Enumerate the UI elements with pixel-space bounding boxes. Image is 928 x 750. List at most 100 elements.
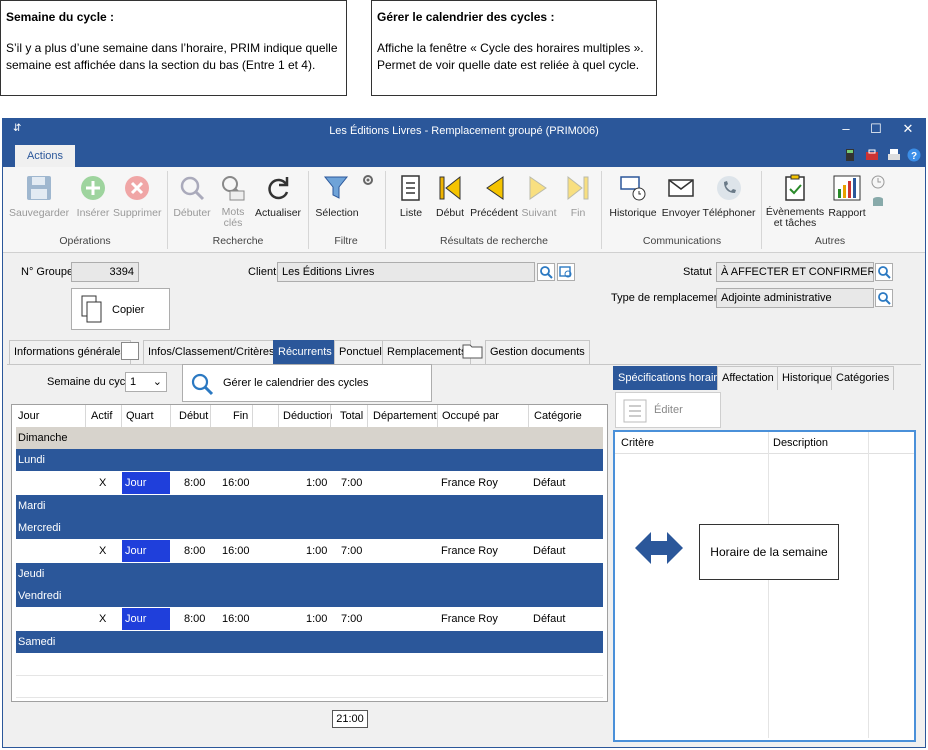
cell-quart[interactable]: Jour (122, 472, 170, 494)
save-button[interactable]: Sauvegarder (9, 173, 69, 219)
plus-circle-icon (81, 176, 105, 200)
maximize-button[interactable]: ☐ (861, 121, 891, 137)
day-row-jeudi[interactable]: Jeudi (16, 563, 603, 585)
cycle-week-select[interactable]: 1 ⌄ (125, 372, 167, 392)
statut-search-button[interactable] (875, 263, 893, 281)
phone-icon (717, 176, 741, 200)
group-resultats: Résultats de recherche (440, 235, 548, 247)
day-row-samedi[interactable]: Samedi (16, 631, 603, 653)
application-window: ⇵ Les Éditions Livres - Remplacement gro… (2, 118, 926, 748)
day-row-dimanche[interactable]: Dimanche (16, 427, 603, 449)
cell-actif: X (99, 613, 107, 625)
first-button[interactable]: Début (433, 173, 467, 219)
col-header-description: Description (773, 437, 829, 449)
next-button[interactable]: Suivant (519, 173, 559, 219)
ribbon-separator (761, 171, 762, 249)
next-icon (529, 176, 547, 200)
client-open-button[interactable] (557, 263, 575, 281)
groupe-label: N° Groupe (21, 266, 74, 278)
chevron-down-icon: ⌄ (152, 376, 162, 388)
report-button[interactable]: Rapport (825, 173, 869, 219)
criteria-header: Critère Description (615, 432, 914, 738)
toolbox-icon[interactable] (865, 148, 879, 162)
refresh-button[interactable]: Actualiser (253, 173, 303, 219)
insert-button[interactable]: Insérer (73, 173, 113, 219)
close-button[interactable]: ✕ (893, 121, 923, 137)
tab-infos-classement[interactable]: Infos/Classement/Critères (143, 340, 280, 364)
cell-debut: 8:00 (184, 545, 206, 557)
keywords-button[interactable]: Mots clés (215, 173, 251, 229)
ribbon-separator (385, 171, 386, 249)
cell-quart[interactable]: Jour (122, 540, 170, 562)
shift-row[interactable]: X Jour 8:00 16:00 1:00 7:00 France Roy D… (16, 540, 603, 562)
manage-cycles-button[interactable]: Gérer le calendrier des cycles (182, 364, 432, 402)
col-header-total: Total (340, 410, 364, 422)
minimize-button[interactable]: – (831, 121, 861, 136)
callout-semaine-du-cycle: Semaine du cycle : S’il y a plus d’une s… (0, 0, 347, 96)
total-hours: 21:00 (332, 710, 368, 728)
client-field[interactable]: Les Éditions Livres (277, 262, 535, 282)
copy-button[interactable]: Copier (71, 288, 170, 330)
send-button[interactable]: Envoyer (661, 173, 701, 219)
day-row-mardi[interactable]: Mardi (16, 495, 603, 517)
start-search-button[interactable]: Débuter (171, 173, 213, 219)
calculator-icon[interactable] (843, 148, 857, 162)
tab-categories[interactable]: Catégories (831, 366, 895, 390)
statut-field[interactable]: À AFFECTER ET CONFIRMER (716, 262, 874, 282)
cell-total: 7:00 (341, 477, 363, 489)
shift-row[interactable]: X Jour 8:00 16:00 1:00 7:00 France Roy D… (16, 472, 603, 494)
client-search-button[interactable] (537, 263, 555, 281)
day-row-vendredi[interactable]: Vendredi (16, 585, 603, 607)
list-button[interactable]: Liste (391, 173, 431, 219)
tab-ponctuel[interactable]: Ponctuel (334, 340, 387, 364)
print-icon[interactable] (887, 148, 901, 162)
edit-button[interactable]: Éditer (615, 392, 721, 428)
last-icon (567, 175, 589, 201)
database-icon[interactable] (871, 195, 885, 209)
cell-quart[interactable]: Jour (122, 608, 170, 630)
col-divider (278, 405, 279, 427)
type-search-button[interactable] (875, 289, 893, 307)
cell-categorie: Défaut (533, 613, 566, 625)
tab-gestion-documents[interactable]: Gestion documents (485, 340, 590, 364)
filter-settings-icon[interactable] (361, 173, 375, 187)
last-button[interactable]: Fin (561, 173, 595, 219)
day-row-lundi[interactable]: Lundi (16, 449, 603, 471)
type-field[interactable]: Adjointe administrative (716, 288, 874, 308)
help-icon[interactable]: ? (907, 148, 921, 162)
col-header-departement: Département (373, 410, 437, 422)
statut-label: Statut (683, 266, 712, 278)
tab-recurrents[interactable]: Récurrents (273, 340, 337, 364)
previous-icon (486, 176, 504, 200)
tab-informations-generales[interactable]: Informations générales (9, 340, 131, 364)
schedule-grid: Jour Actif Quart Début Fin Déduction Tot… (11, 404, 608, 702)
selection-button[interactable]: Sélection (311, 173, 363, 219)
shift-row[interactable]: X Jour 8:00 16:00 1:00 7:00 France Roy D… (16, 608, 603, 630)
cell-actif: X (99, 545, 107, 557)
phone-button[interactable]: Téléphoner (701, 173, 757, 219)
callout-text: S’il y a plus d’une semaine dans l’horai… (6, 41, 338, 72)
delete-button[interactable]: Supprimer (113, 173, 161, 219)
tab-actions[interactable]: Actions (15, 145, 75, 167)
previous-button[interactable]: Précédent (469, 173, 519, 219)
tab-historique[interactable]: Historique (777, 366, 837, 390)
tab-affectation[interactable]: Affectation (717, 366, 779, 390)
col-divider (85, 405, 86, 427)
first-icon (439, 175, 461, 201)
cell-deduction: 1:00 (306, 613, 328, 625)
day-row-mercredi[interactable]: Mercredi (16, 517, 603, 539)
group-operations: Opérations (59, 235, 111, 247)
group-filtre: Filtre (334, 235, 358, 247)
events-tasks-button[interactable]: Évènements et tâches (765, 173, 825, 229)
clock-icon[interactable] (871, 175, 885, 189)
groupe-field[interactable]: 3394 (71, 262, 139, 282)
keywords-label-2: clés (223, 217, 243, 229)
callout-title: Gérer le calendrier des cycles : (377, 10, 555, 24)
tab-remplacements[interactable]: Remplacements (382, 340, 472, 364)
history-button[interactable]: Historique (607, 173, 659, 219)
cell-total: 7:00 (341, 545, 363, 557)
copy-icon (81, 295, 102, 323)
tab-specifications-horaire[interactable]: Spécifications horaire (613, 366, 729, 390)
cycle-week-value: 1 (130, 376, 137, 388)
annotation-horaire-semaine: Horaire de la semaine (699, 524, 839, 580)
